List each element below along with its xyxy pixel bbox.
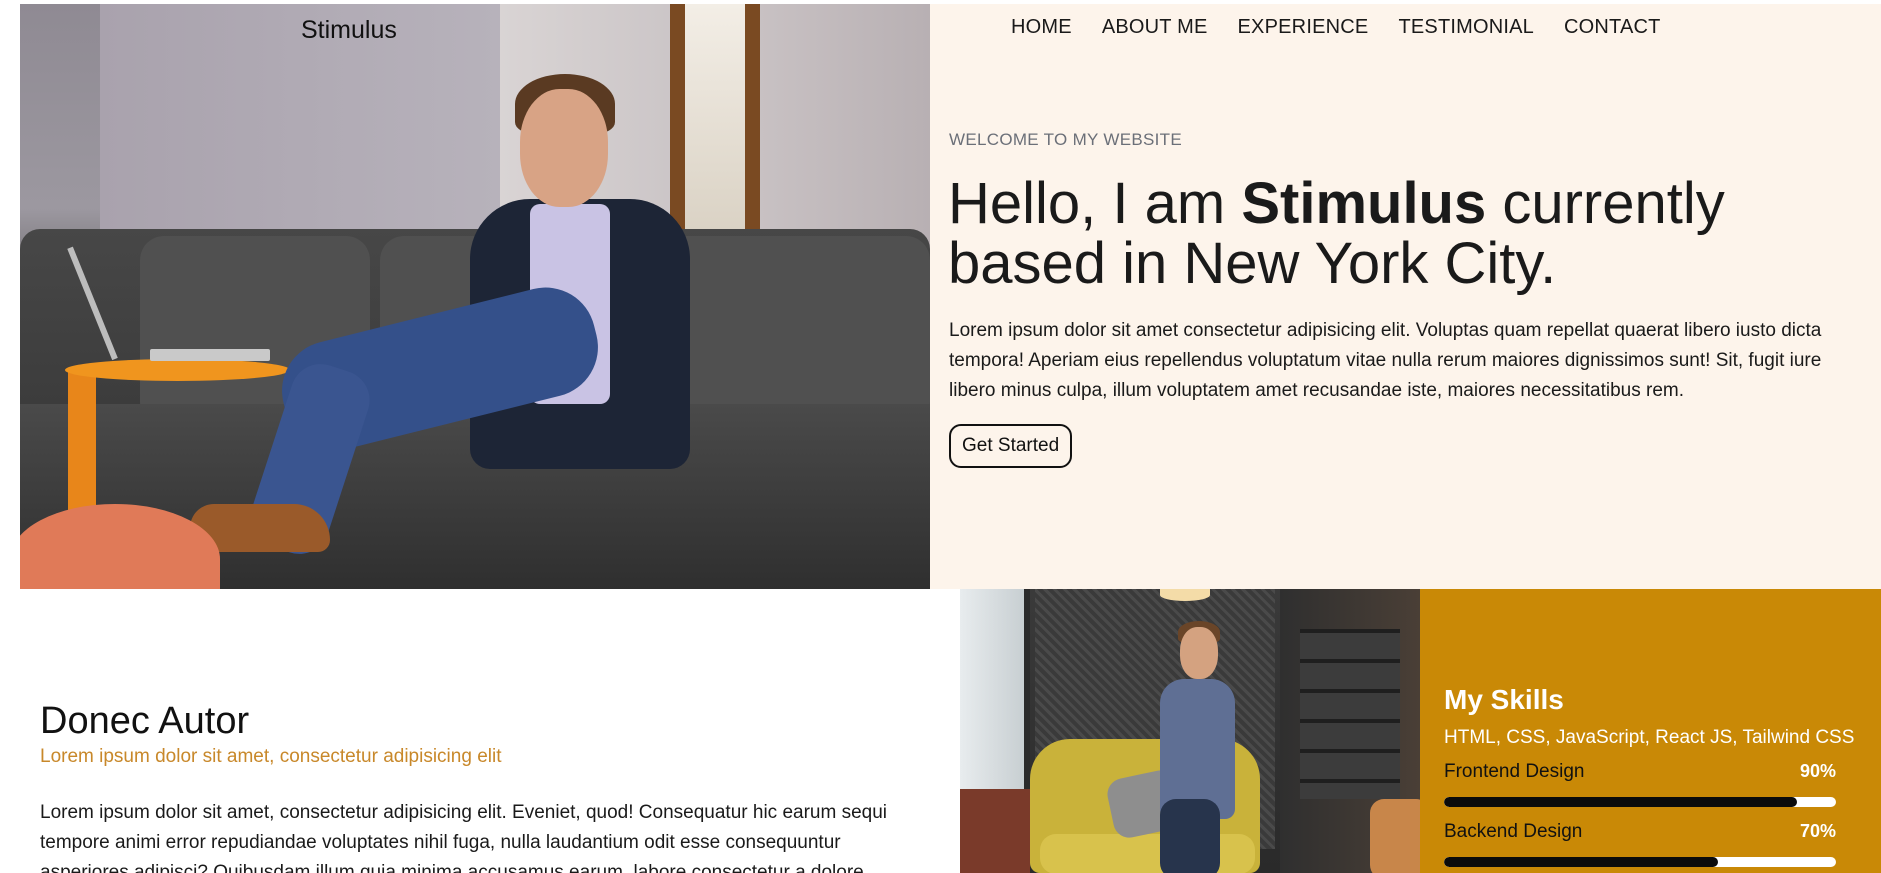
hero-photo — [20, 4, 930, 589]
brand-logo[interactable]: Stimulus — [301, 16, 397, 45]
welcome-eyebrow: WELCOME TO MY WEBSITE — [949, 130, 1183, 149]
nav-about-me[interactable]: ABOUT ME — [1102, 16, 1208, 39]
hero-intro: Lorem ipsum dolor sit amet consectetur a… — [949, 320, 1822, 401]
skill-progress-fill — [1444, 857, 1719, 867]
skill-percent: 90% — [1799, 761, 1836, 781]
skills-panel: My Skills HTML, CSS, JavaScript, React J… — [1420, 589, 1881, 873]
main-nav: HOME ABOUT ME EXPERIENCE TESTIMONIAL CON… — [1011, 16, 1691, 39]
about-body: Lorem ipsum dolor sit amet, consectetur … — [40, 802, 887, 873]
get-started-button[interactable]: Get Started — [949, 424, 1073, 468]
headline-pre: Hello, I am — [948, 171, 1242, 236]
skill-progress-track — [1444, 797, 1836, 807]
hero-panel — [930, 4, 1881, 589]
skill-progress-fill — [1444, 797, 1797, 807]
nav-experience[interactable]: EXPERIENCE — [1238, 16, 1369, 39]
skill-progress-track — [1444, 857, 1836, 867]
about-subtitle: Lorem ipsum dolor sit amet, consectetur … — [40, 746, 502, 767]
hero-headline: Hello, I am Stimulus currently based in … — [948, 174, 1808, 294]
skill-name: Backend Design — [1444, 821, 1583, 842]
nav-contact[interactable]: CONTACT — [1564, 16, 1661, 39]
skill-name: Frontend Design — [1444, 761, 1585, 782]
headline-name: Stimulus — [1241, 171, 1487, 236]
skills-title: My Skills — [1444, 684, 1564, 715]
skill-percent: 70% — [1799, 821, 1836, 841]
nav-home[interactable]: HOME — [1011, 16, 1072, 39]
about-photo — [960, 589, 1420, 873]
skills-list: HTML, CSS, JavaScript, React JS, Tailwin… — [1444, 727, 1855, 748]
hero-section — [20, 4, 1881, 589]
nav-testimonial[interactable]: TESTIMONIAL — [1398, 16, 1534, 39]
about-title: Donec Autor — [40, 700, 250, 742]
